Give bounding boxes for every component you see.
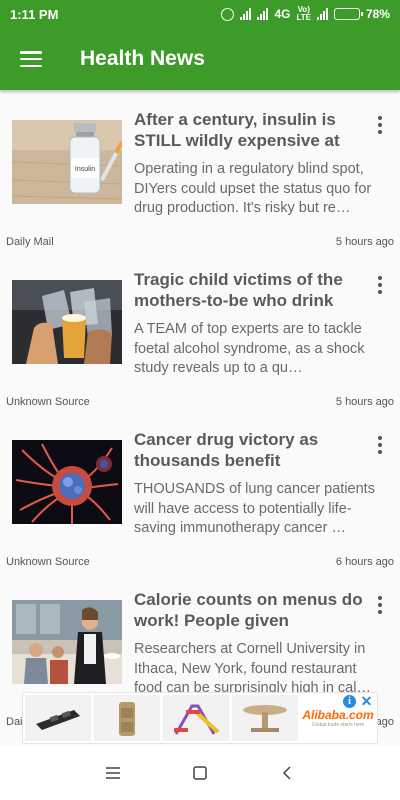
hamburger-menu-icon: [20, 51, 42, 67]
back-icon: [282, 766, 291, 780]
alarm-icon: [221, 7, 235, 21]
recents-icon: [106, 767, 121, 779]
volte-icon: Vo) LTE: [296, 5, 311, 22]
status-icons: 4G Vo) LTE 78%: [221, 6, 390, 22]
status-bar: 1:11 PM 4G Vo) LTE 78%: [0, 0, 400, 28]
home-icon: [193, 766, 207, 780]
system-nav-bar: [0, 746, 400, 800]
ad-product-switch-panel[interactable]: [25, 695, 91, 741]
article-source: Unknown Source: [6, 556, 90, 568]
article-summary: Operating in a regulatory blind spot, DI…: [134, 161, 372, 216]
recents-button[interactable]: [93, 753, 133, 793]
menu-button[interactable]: [0, 28, 62, 90]
svg-text:Insulin: Insulin: [75, 166, 95, 173]
more-options-icon[interactable]: [372, 594, 388, 616]
ad-banner[interactable]: Alibaba.com Global trade starts here i ✕: [22, 692, 378, 744]
more-options-icon[interactable]: [372, 434, 388, 456]
insulin-vial-image: Insulin: [12, 120, 122, 204]
signal-icon: [316, 8, 328, 20]
article-card[interactable]: Insulin After a century, insulin is STIL…: [0, 90, 400, 250]
battery-percent: 78%: [365, 7, 390, 21]
article-headline[interactable]: Cancer drug victory as thousands benefit: [134, 429, 366, 471]
ad-info-icon[interactable]: i: [343, 695, 356, 708]
more-options-icon[interactable]: [372, 114, 388, 136]
article-source: Daily Mail: [6, 236, 54, 248]
article-source: Unknown Source: [6, 396, 90, 408]
article-headline[interactable]: After a century, insulin is STILL wildly…: [134, 109, 366, 151]
status-time: 1:11 PM: [10, 6, 59, 22]
article-summary: Researchers at Cornell University in Ith…: [134, 641, 371, 696]
ad-close-icon[interactable]: ✕: [360, 694, 373, 708]
article-time: 6 hours ago: [335, 556, 394, 568]
alibaba-logo: Alibaba.com: [302, 708, 374, 722]
article-summary: A TEAM of top experts are to tackle foet…: [134, 321, 365, 376]
ad-product-bag[interactable]: [94, 695, 160, 741]
app-bar: Health News: [0, 28, 400, 90]
article-headline[interactable]: Tragic child victims of the mothers-to-b…: [134, 269, 366, 311]
article-summary: THOUSANDS of lung cancer patients will h…: [134, 481, 375, 536]
article-time: 5 hours ago: [335, 396, 394, 408]
article-card[interactable]: Tragic child victims of the mothers-to-b…: [0, 250, 400, 410]
article-headline[interactable]: Calorie counts on menus do work! People …: [134, 589, 366, 631]
ad-product-playset[interactable]: [163, 695, 229, 741]
signal-icon: [240, 8, 252, 20]
article-card[interactable]: Cancer drug victory as thousands benefit…: [0, 410, 400, 570]
restaurant-image: [12, 600, 122, 684]
battery-icon: [333, 8, 363, 20]
network-type: 4G: [274, 7, 291, 21]
back-button[interactable]: [267, 753, 307, 793]
ad-controls: i ✕: [343, 694, 373, 708]
home-button[interactable]: [180, 753, 220, 793]
news-feed[interactable]: Insulin After a century, insulin is STIL…: [0, 90, 400, 746]
cancer-cell-image: [12, 440, 122, 524]
more-options-icon[interactable]: [372, 274, 388, 296]
article-time: 5 hours ago: [335, 236, 394, 248]
ad-tagline: Global trade starts here: [311, 722, 365, 728]
signal-icon: [257, 8, 269, 20]
app-title: Health News: [80, 47, 205, 70]
ad-product-table[interactable]: [232, 695, 298, 741]
beer-glasses-image: [12, 280, 122, 364]
